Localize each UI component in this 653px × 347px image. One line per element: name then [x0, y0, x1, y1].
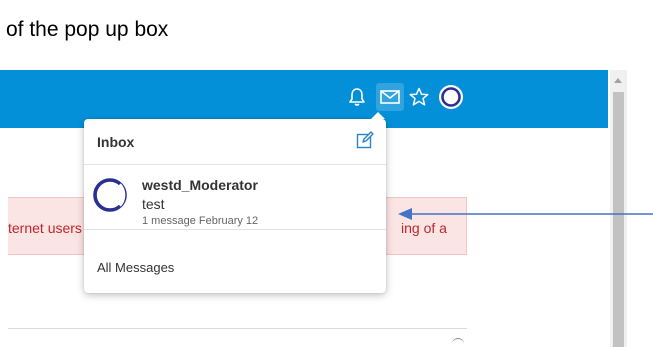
compose-icon[interactable] — [356, 131, 374, 149]
alert-text-right: ing of a — [401, 220, 447, 236]
popup-caret — [371, 112, 385, 119]
mail-icon[interactable] — [376, 83, 404, 111]
alert-text-left: ternet users — [8, 220, 82, 236]
content-divider — [8, 328, 467, 329]
message-sender: westd_Moderator — [142, 177, 258, 193]
scroll-up-arrow-icon[interactable] — [614, 78, 622, 83]
all-messages-link[interactable]: All Messages — [97, 260, 174, 275]
doc-text-line2: of the pop up box — [6, 18, 169, 41]
popup-title: Inbox — [97, 134, 135, 150]
popup-header: Inbox — [84, 119, 386, 165]
sender-avatar — [92, 177, 128, 213]
message-preview: test — [142, 196, 165, 212]
message-meta: 1 message February 12 — [142, 215, 259, 227]
annotation-arrow-icon — [398, 208, 653, 220]
message-item[interactable]: westd_Moderator test 1 message February … — [84, 165, 386, 230]
star-icon[interactable] — [405, 83, 433, 111]
screenshot: ternet users ing of a Inbox westd_Modera… — [0, 70, 653, 347]
bell-icon[interactable] — [343, 83, 371, 111]
inbox-popup: Inbox westd_Moderator test 1 message Feb… — [84, 112, 386, 293]
avatar[interactable] — [437, 83, 465, 111]
gear-icon[interactable] — [452, 338, 464, 347]
